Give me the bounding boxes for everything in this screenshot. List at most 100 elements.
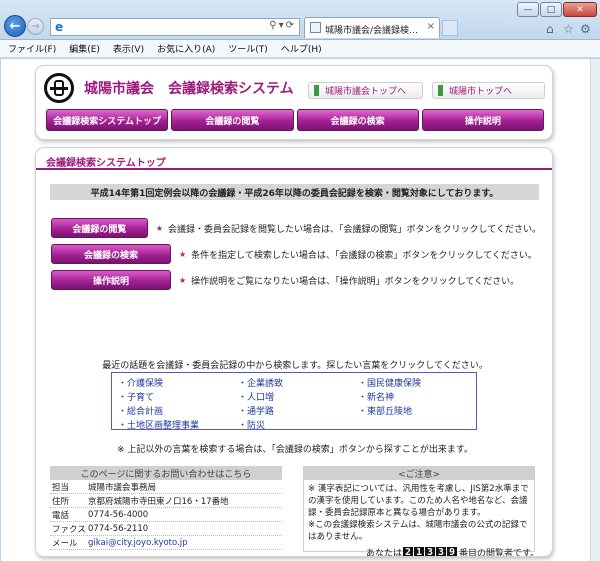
forward-arrow-icon[interactable]: → bbox=[27, 18, 44, 35]
topic-link[interactable]: ・人口増 bbox=[238, 390, 358, 403]
link-council-top[interactable]: 城陽市議会トップへ bbox=[308, 82, 423, 99]
counter-digit: 9 bbox=[447, 546, 458, 557]
tab-close-icon[interactable]: × bbox=[427, 21, 435, 32]
topic-link[interactable]: ・防災 bbox=[238, 418, 358, 431]
menu-view[interactable]: 表示(V) bbox=[113, 42, 144, 55]
browser-titlebar: ← → e ⚲▾⟳ 城陽市議会/会議録検索シ... × — □ ✕ ⌂ ☆ ⚙ bbox=[0, 0, 600, 40]
help-description: 操作説明をご覧になりたい場合は、「操作説明」ボタンをクリックしてください。 bbox=[191, 276, 520, 287]
topic-list: ・介護保険 ・企業誘致 ・国民健康保険 ・子育て ・人口増 ・新名神 ・総合計画… bbox=[111, 372, 478, 431]
browse-records-button[interactable]: 会議録の閲覧 bbox=[51, 218, 148, 238]
email-link[interactable]: gikai@city.joyo.kyoto.jp bbox=[88, 538, 188, 548]
contact-row: 住所 京都府城陽市寺田東ノ口16・17番地 bbox=[50, 494, 282, 508]
topic-link[interactable]: ・子育て bbox=[118, 390, 238, 403]
contact-label: 電話 bbox=[52, 510, 70, 521]
topic-link[interactable]: ・企業誘致 bbox=[238, 376, 358, 389]
new-tab-button[interactable] bbox=[442, 20, 458, 36]
address-bar[interactable]: e ⚲▾⟳ bbox=[50, 18, 300, 36]
topics-intro: 最近の話題を会議録・委員会記録の中から検索します。探したい言葉をクリックしてくだ… bbox=[102, 361, 488, 371]
topic-link[interactable]: ・通学路 bbox=[238, 404, 358, 417]
search-hint: ※ 上記以外の言葉を検索する場合は、「会議録の検索」ボタンから探すことが出来ます… bbox=[116, 445, 473, 455]
main-content: 会議録検索システムトップ 平成14年第1回定例会以降の会議録・平成26年以降の委… bbox=[35, 147, 553, 557]
contact-heading: このページに関するお問い合わせはこちら bbox=[50, 466, 282, 480]
address-input[interactable] bbox=[71, 21, 251, 34]
menu-bar: ファイル(F) 編集(E) 表示(V) お気に入り(A) ツール(T) ヘルプ(… bbox=[0, 40, 600, 58]
back-arrow-icon[interactable]: ← bbox=[4, 15, 26, 37]
nav-tab-help[interactable]: 操作説明 bbox=[421, 109, 544, 131]
contact-value: 京都府城陽市寺田東ノ口16・17番地 bbox=[88, 496, 229, 507]
nav-tab-top[interactable]: 会議録検索システムトップ bbox=[46, 109, 169, 131]
help-button[interactable]: 操作説明 bbox=[51, 270, 171, 290]
browser-tab[interactable]: 城陽市議会/会議録検索シ... × bbox=[304, 17, 440, 38]
action-row-search: 会議録の検索 ★ 条件を指定して検索したい場合は、「会議録の検索」ボタンをクリッ… bbox=[51, 244, 541, 264]
counter-suffix: 番目の閲覧者です。 bbox=[459, 549, 540, 557]
topic-link[interactable]: ・介護保険 bbox=[118, 376, 238, 389]
counter-digits: 2 1 3 3 9 bbox=[403, 546, 458, 557]
contact-label: 住所 bbox=[52, 496, 70, 507]
nav-tab-browse[interactable]: 会議録の閲覧 bbox=[171, 109, 294, 131]
counter-prefix: あなたは bbox=[366, 549, 403, 557]
maximize-button[interactable]: □ bbox=[540, 2, 562, 17]
contact-label: ファクス bbox=[52, 524, 86, 535]
menu-file[interactable]: ファイル(F) bbox=[8, 42, 56, 55]
caution-heading: <ご注意> bbox=[303, 466, 535, 480]
topic-link[interactable]: ・新名神 bbox=[358, 390, 478, 403]
counter-digit: 3 bbox=[425, 546, 436, 557]
counter-digit: 1 bbox=[414, 546, 425, 557]
search-refresh-icons[interactable]: ⚲▾⟳ bbox=[269, 20, 296, 31]
contact-row: メール gikai@city.joyo.kyoto.jp bbox=[50, 536, 282, 550]
topic-link[interactable]: ・東部丘陵地 bbox=[358, 404, 478, 417]
visitor-counter: あなたは 2 1 3 3 9 番目の閲覧者です。 bbox=[366, 546, 540, 557]
bullet-icon: ★ bbox=[179, 275, 187, 285]
home-icon[interactable]: ⌂ bbox=[546, 22, 554, 36]
contact-box: このページに関するお問い合わせはこちら 担当 城陽市議会事務局 住所 京都府城陽… bbox=[50, 466, 282, 550]
bullet-icon: ★ bbox=[155, 223, 164, 233]
menu-favorites[interactable]: お気に入り(A) bbox=[157, 42, 215, 55]
contact-label: メール bbox=[52, 538, 78, 549]
caution-line: ※ 漢字表記については、汎用性を考慮し、JIS第2水準までの漢字を使用しています… bbox=[308, 484, 529, 518]
menu-tools[interactable]: ツール(T) bbox=[228, 42, 268, 55]
minimize-button[interactable]: — bbox=[517, 2, 539, 17]
contact-value: 0774-56-2110 bbox=[88, 523, 149, 534]
section-title: 会議録検索システムトップ bbox=[36, 148, 552, 170]
browse-description: 会議録・委員会記録を閲覧したい場合は、「会議録の閲覧」ボタンをクリックしてくださ… bbox=[168, 224, 541, 235]
contact-value: 0774-56-4000 bbox=[88, 509, 149, 520]
action-row-browse: 会議録の閲覧 ★ 会議録・委員会記録を閲覧したい場合は、「会議録の閲覧」ボタンを… bbox=[51, 218, 541, 238]
contact-row: 電話 0774-56-4000 bbox=[50, 508, 282, 522]
topic-link[interactable]: ・国民健康保険 bbox=[358, 376, 478, 389]
announcement-banner: 平成14年第1回定例会以降の会議録・平成26年以降の委員会記録を検索・閲覧対象に… bbox=[50, 184, 539, 200]
site-title: 城陽市議会 会議録検索システム bbox=[84, 81, 294, 97]
vertical-scrollbar[interactable] bbox=[590, 59, 600, 561]
page-favicon-icon bbox=[310, 22, 321, 33]
link-marker-icon bbox=[314, 85, 319, 96]
tab-title: 城陽市議会/会議録検索シ... bbox=[325, 26, 423, 36]
main-nav: 会議録検索システムトップ 会議録の閲覧 会議録の検索 操作説明 bbox=[46, 109, 544, 131]
search-description: 条件を指定して検索したい場合は、「会議録の検索」ボタンをクリックしてください。 bbox=[191, 250, 537, 261]
ie-logo-icon: e bbox=[55, 20, 64, 34]
contact-row: ファクス 0774-56-2110 bbox=[50, 522, 282, 536]
contact-row: 担当 城陽市議会事務局 bbox=[50, 480, 282, 494]
counter-digit: 3 bbox=[436, 546, 447, 557]
nav-tab-search[interactable]: 会議録の検索 bbox=[296, 109, 419, 131]
close-window-button[interactable]: ✕ bbox=[563, 2, 597, 17]
link-city-top-label: 城陽市トップへ bbox=[449, 87, 513, 97]
link-council-top-label: 城陽市議会トップへ bbox=[325, 87, 407, 97]
menu-help[interactable]: ヘルプ(H) bbox=[281, 42, 322, 55]
caution-body: ※ 漢字表記については、汎用性を考慮し、JIS第2水準までの漢字を使用しています… bbox=[303, 480, 535, 552]
city-emblem-icon bbox=[44, 73, 74, 103]
caution-box: <ご注意> ※ 漢字表記については、汎用性を考慮し、JIS第2水準までの漢字を使… bbox=[303, 466, 535, 552]
topic-link[interactable]: ・総合計画 bbox=[118, 404, 238, 417]
topic-link[interactable]: ・土地区画整理事業 bbox=[118, 418, 238, 431]
link-marker-icon bbox=[438, 85, 443, 96]
action-row-help: 操作説明 ★ 操作説明をご覧になりたい場合は、「操作説明」ボタンをクリックしてく… bbox=[51, 270, 541, 290]
web-page: 城陽市議会 会議録検索システム 城陽市議会トップへ 城陽市トップへ 会議録検索シ… bbox=[1, 59, 590, 561]
search-records-button[interactable]: 会議録の検索 bbox=[51, 244, 171, 264]
site-header: 城陽市議会 会議録検索システム 城陽市議会トップへ 城陽市トップへ 会議録検索シ… bbox=[35, 65, 553, 140]
contact-value: 城陽市議会事務局 bbox=[88, 482, 157, 493]
counter-digit: 2 bbox=[403, 546, 414, 557]
caution-line: ※この会議録検索システムは、城陽市議会の公式の記録ではありません。 bbox=[308, 520, 528, 542]
settings-gear-icon[interactable]: ⚙ bbox=[580, 22, 591, 36]
favorites-star-icon[interactable]: ☆ bbox=[563, 22, 574, 36]
bullet-icon: ★ bbox=[179, 249, 187, 259]
link-city-top[interactable]: 城陽市トップへ bbox=[432, 82, 545, 99]
menu-edit[interactable]: 編集(E) bbox=[69, 42, 100, 55]
